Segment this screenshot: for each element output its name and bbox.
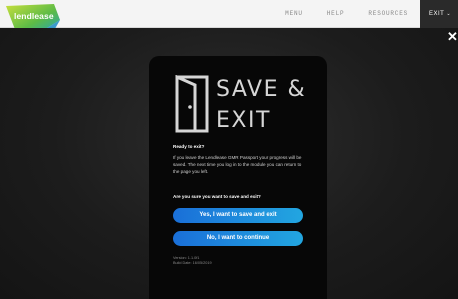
dialog-hero: SAVE & EXIT — [175, 75, 305, 137]
nav-exit-button[interactable]: EXIT ⌄ — [420, 0, 458, 28]
top-navigation-bar: lendlease MENU HELP RESOURCES EXIT ⌄ — [0, 0, 458, 36]
dialog-heading: Ready to exit? — [173, 144, 205, 149]
hero-title-line2: EXIT — [216, 108, 271, 133]
close-icon[interactable]: ✕ — [447, 30, 458, 44]
brand-name: lendlease — [14, 11, 54, 21]
hero-title-line1: SAVE & — [216, 77, 307, 102]
dialog-question: Are you sure you want to save and exit? — [173, 194, 261, 199]
save-and-exit-button[interactable]: Yes, I want to save and exit — [173, 208, 303, 223]
main-nav: MENU HELP RESOURCES EXIT ⌄ — [273, 0, 458, 28]
chevron-down-icon: ⌄ — [446, 11, 452, 17]
nav-resources[interactable]: RESOURCES — [356, 0, 420, 28]
continue-button[interactable]: No, I want to continue — [173, 231, 303, 246]
version-info: Version: 1.1.0f1 Build Date: 16/05/2019 — [173, 256, 212, 266]
dialog-body: If you leave the Lendlease GMR Passport … — [173, 155, 302, 175]
save-exit-dialog: SAVE & EXIT Ready to exit? If you leave … — [149, 56, 327, 299]
nav-menu[interactable]: MENU — [273, 0, 315, 28]
exit-label: EXIT — [429, 11, 445, 17]
nav-help[interactable]: HELP — [315, 0, 357, 28]
door-exit-icon — [175, 75, 209, 133]
build-date-text: Build Date: 16/05/2019 — [173, 261, 212, 265]
